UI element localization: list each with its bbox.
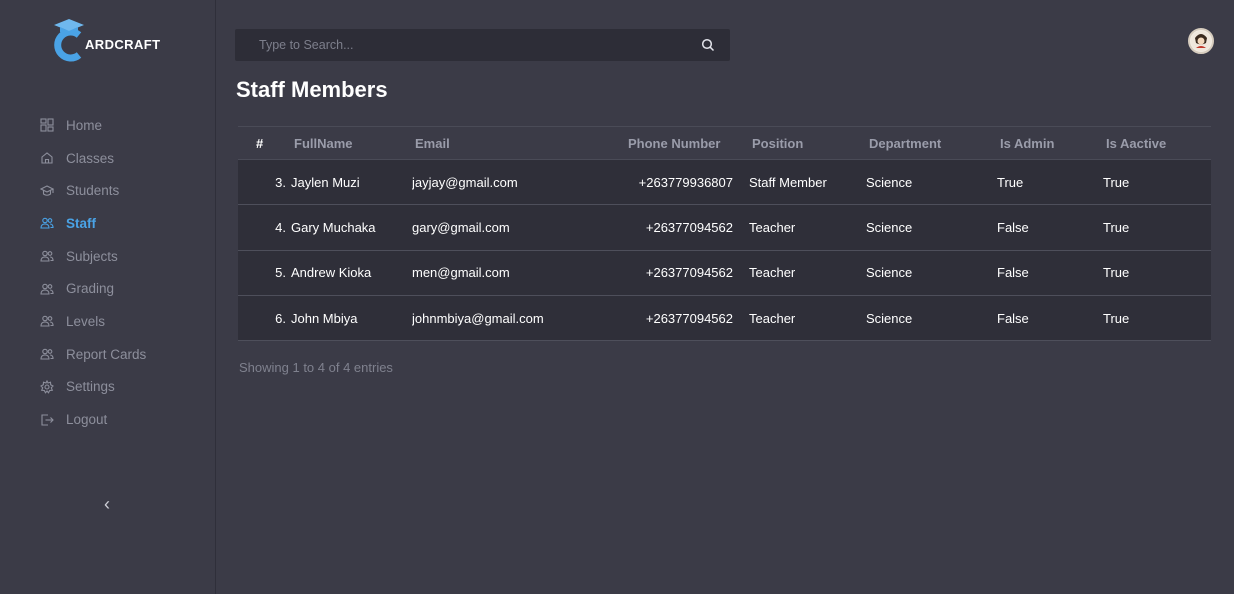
cell-is-admin: False [997, 310, 1029, 326]
sidebar-item-label: Classes [66, 150, 115, 166]
column-header-number[interactable]: # [238, 136, 294, 151]
cell-is-active: True [1103, 310, 1130, 326]
sidebar-item-report-cards[interactable]: Report Cards [0, 338, 215, 371]
cell-email: jayjay@gmail.com [412, 174, 518, 190]
sidebar-item-staff[interactable]: Staff [0, 207, 215, 240]
app-logo[interactable]: ARDCRAFT [52, 18, 182, 64]
cell-phone: +26377094562 [645, 265, 733, 281]
sidebar-item-logout[interactable]: Logout [0, 403, 215, 436]
sidebar-item-grading[interactable]: Grading [0, 272, 215, 305]
cell-fullname: Andrew Kioka [291, 265, 372, 281]
cell-phone: +26377094562 [645, 219, 733, 235]
cell-department: Science [866, 310, 913, 326]
page-title: Staff Members [236, 77, 388, 102]
staff-table: # FullName Email Phone Number Position D… [238, 126, 1211, 342]
gear-icon [39, 379, 54, 394]
column-header-department[interactable]: Department [869, 136, 1000, 151]
cell-phone: +26377094562 [645, 310, 733, 326]
sidebar-item-label: Staff [66, 215, 96, 231]
cell-number: 3. [275, 174, 286, 190]
graduation-cap-icon [39, 183, 54, 198]
sidebar-item-label: Home [66, 117, 103, 133]
sidebar-item-classes[interactable]: Classes [0, 142, 215, 175]
cell-is-admin: False [997, 219, 1029, 235]
sidebar-item-home[interactable]: Home [0, 109, 215, 142]
logo-icon [54, 19, 84, 62]
sidebar-item-students[interactable]: Students [0, 174, 215, 207]
cell-is-active: True [1103, 219, 1130, 235]
cell-number: 5. [275, 265, 286, 281]
users-icon [39, 216, 54, 231]
sidebar-item-settings[interactable]: Settings [0, 371, 215, 404]
sidebar-item-levels[interactable]: Levels [0, 305, 215, 338]
sidebar-nav: Home Classes Students Staff Subjects Gra… [0, 109, 215, 436]
users-icon [39, 281, 54, 296]
users-icon [39, 314, 54, 329]
search-input[interactable] [235, 38, 692, 52]
table-row[interactable]: 5. Andrew Kioka men@gmail.com +263770945… [238, 250, 1211, 296]
table-header: # FullName Email Phone Number Position D… [238, 127, 1211, 160]
column-header-fullname[interactable]: FullName [294, 136, 415, 151]
cell-is-admin: False [997, 265, 1029, 281]
cell-fullname: Gary Muchaka [291, 219, 376, 235]
cell-email: johnmbiya@gmail.com [412, 310, 544, 326]
cell-fullname: Jaylen Muzi [291, 174, 360, 190]
logout-icon [39, 412, 54, 427]
cell-number: 4. [275, 219, 286, 235]
cell-department: Science [866, 219, 913, 235]
cell-position: Staff Member [749, 174, 827, 190]
cell-fullname: John Mbiya [291, 310, 358, 326]
sidebar: ARDCRAFT Home Classes Students Staff Sub… [0, 0, 216, 594]
table-row[interactable]: 4. Gary Muchaka gary@gmail.com +26377094… [238, 205, 1211, 251]
cell-is-active: True [1103, 174, 1130, 190]
cell-position: Teacher [749, 265, 796, 281]
table-row[interactable]: 3. Jaylen Muzi jayjay@gmail.com +2637799… [238, 160, 1211, 206]
user-avatar[interactable] [1188, 28, 1214, 54]
search-icon[interactable] [692, 29, 724, 61]
cell-email: men@gmail.com [412, 265, 510, 281]
grid-icon [39, 118, 54, 133]
cell-position: Teacher [749, 219, 796, 235]
column-header-is-active[interactable]: Is Aactive [1106, 136, 1206, 151]
sidebar-item-label: Settings [66, 379, 115, 395]
sidebar-item-subjects[interactable]: Subjects [0, 240, 215, 273]
sidebar-item-label: Subjects [66, 248, 118, 264]
column-header-is-admin[interactable]: Is Admin [1000, 136, 1106, 151]
cell-is-active: True [1103, 265, 1130, 281]
table-row[interactable]: 6. John Mbiya johnmbiya@gmail.com +26377… [238, 295, 1211, 342]
users-icon [39, 347, 54, 362]
cell-email: gary@gmail.com [412, 219, 510, 235]
sidebar-item-label: Logout [66, 412, 108, 428]
users-icon [39, 249, 54, 264]
table-info: Showing 1 to 4 of 4 entries [239, 360, 393, 375]
search-bar [235, 29, 730, 61]
cell-position: Teacher [749, 310, 796, 326]
cell-is-admin: True [997, 174, 1024, 190]
column-header-email[interactable]: Email [415, 136, 628, 151]
home-icon [39, 151, 54, 166]
logo-text: ARDCRAFT [85, 37, 161, 52]
cell-phone: +263779936807 [638, 174, 733, 190]
column-header-position[interactable]: Position [752, 136, 869, 151]
sidebar-item-label: Report Cards [66, 346, 147, 362]
sidebar-item-label: Students [66, 183, 120, 199]
sidebar-collapse-button[interactable]: ‹ [98, 494, 116, 514]
column-header-phone[interactable]: Phone Number [628, 136, 752, 151]
cell-department: Science [866, 174, 913, 190]
sidebar-item-label: Grading [66, 281, 115, 297]
cell-department: Science [866, 265, 913, 281]
sidebar-item-label: Levels [66, 313, 106, 329]
cell-number: 6. [275, 310, 286, 326]
avatar-icon [1191, 31, 1211, 51]
